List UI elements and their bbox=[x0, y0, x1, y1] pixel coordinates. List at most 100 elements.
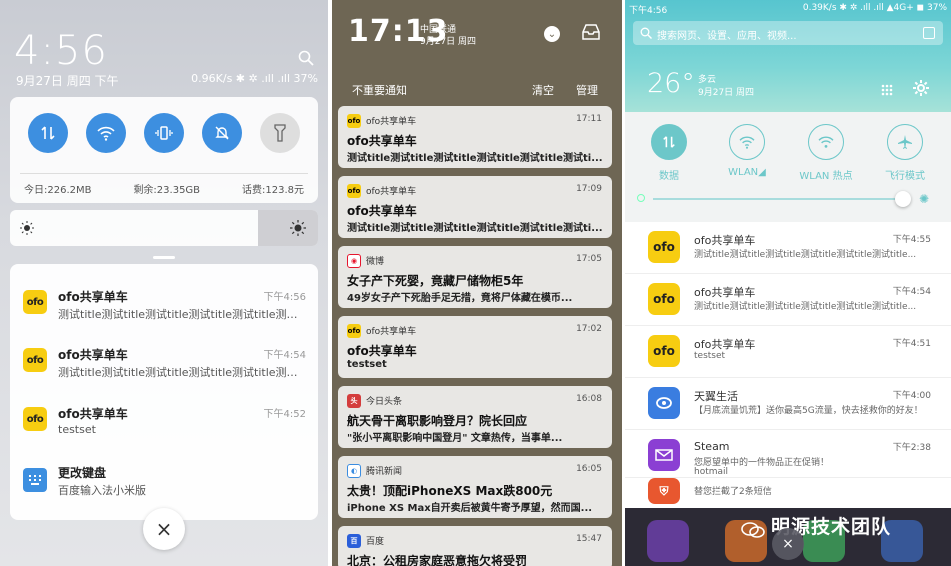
airplane-toggle[interactable] bbox=[887, 124, 923, 160]
notification-body: testset bbox=[694, 351, 726, 361]
flashlight-toggle[interactable] bbox=[260, 113, 300, 153]
notification-title: ofo共享单车 bbox=[694, 286, 756, 299]
notification-body: 测试title测试title测试title测试title测试title测试tit… bbox=[694, 250, 917, 260]
keyboard-icon bbox=[23, 468, 47, 492]
brightness-slider[interactable] bbox=[653, 198, 903, 200]
wifi-icon bbox=[97, 126, 115, 141]
notification-item[interactable]: ofo ofo共享单车 testset 下午4:51 bbox=[625, 326, 951, 378]
clear-button[interactable]: 清空 bbox=[532, 82, 554, 98]
drag-handle[interactable] bbox=[153, 256, 175, 259]
hotspot-icon bbox=[818, 136, 834, 148]
brightness-slider[interactable] bbox=[10, 210, 318, 246]
miui-notification-shade-light: 4:56 9月27日 周四 下午 0.96K/s ✱ ✲ .ıll .ıll 3… bbox=[0, 0, 328, 566]
notification-body: 测试title测试title测试title测试title测试title测试tit… bbox=[694, 302, 917, 312]
date-label: 9月27日 周四 下午 bbox=[16, 74, 119, 88]
quick-toggles: 数据 WLAN◢ WLAN 热点 飞行模式 ✺ bbox=[625, 112, 951, 222]
data-toggle[interactable] bbox=[28, 113, 68, 153]
ofo-icon: ofo bbox=[347, 324, 361, 338]
notification-body: 测试title测试title测试title测试title测试title测试tit… bbox=[58, 366, 308, 379]
screenshot-collage: 4:56 9月27日 周四 下午 0.96K/s ✱ ✲ .ıll .ıll 3… bbox=[0, 0, 951, 566]
notification-item[interactable]: ofo ofo共享单车 testset 下午4:52 bbox=[10, 381, 318, 439]
toggle-label: 飞行模式 bbox=[885, 171, 925, 182]
notification-time: 17:02 bbox=[576, 324, 602, 334]
wifi-toggle[interactable] bbox=[86, 113, 126, 153]
quick-settings-panel: 今日:226.2MB 剩余:23.35GB 话费:123.8元 bbox=[10, 97, 318, 203]
data-usage-row: 今日:226.2MB 剩余:23.35GB 话费:123.8元 bbox=[24, 181, 304, 196]
search-icon[interactable] bbox=[298, 50, 314, 66]
notification-title: 天翼生活 bbox=[694, 390, 738, 403]
mute-toggle[interactable] bbox=[202, 113, 242, 153]
notification-item[interactable]: Steam 您愿望单中的一件物品正在促销！ hotmail 下午2:38 bbox=[625, 430, 951, 478]
ofo-icon: ofo bbox=[648, 283, 680, 315]
clock: 4:56 bbox=[14, 28, 108, 74]
notification-item[interactable]: ⛨ 替您拦截了2条短信 bbox=[625, 478, 951, 508]
notification-title: ofo共享单车 bbox=[347, 344, 417, 358]
app-icon bbox=[647, 520, 689, 562]
notification-item[interactable]: ofo ofo共享单车 测试title测试title测试title测试title… bbox=[625, 222, 951, 274]
search-bar[interactable]: 搜索网页、设置、应用、视频... bbox=[633, 21, 943, 45]
notification-card[interactable]: ofo ofo共享单车 17:02 ofo共享单车 testset bbox=[338, 316, 612, 378]
notification-time: 下午4:00 bbox=[892, 391, 931, 401]
wechat-icon bbox=[741, 522, 765, 538]
notification-card[interactable]: 头 今日头条 16:08 航天骨干离职影响登月？院长回应 "张小平离职影响中国登… bbox=[338, 386, 612, 448]
notification-item[interactable]: ofo ofo共享单车 测试title测试title测试title测试title… bbox=[10, 322, 318, 380]
brightness-low-icon bbox=[20, 221, 34, 235]
notification-title: 航天骨干离职影响登月？院长回应 bbox=[347, 414, 528, 428]
grid-icon[interactable] bbox=[881, 84, 893, 96]
weather-header: 下午4:56 0.39K/s ✱ ✲ .ıll .ıll ▲4G+ ◼ 37% … bbox=[625, 0, 951, 112]
notification-title: 女子产下死婴，竟藏尸储物柜5年 bbox=[347, 274, 524, 288]
hotspot-toggle[interactable] bbox=[808, 124, 844, 160]
date-label: 9月27日 周四 bbox=[420, 37, 477, 47]
brightness-high-icon: ✺ bbox=[919, 192, 930, 206]
divider bbox=[20, 173, 308, 174]
wifi-icon bbox=[739, 136, 755, 149]
notification-card[interactable]: ◉ 微博 17:05 女子产下死婴，竟藏尸储物柜5年 49岁女子产下死胎手足无措… bbox=[338, 246, 612, 308]
manage-button[interactable]: 管理 bbox=[576, 82, 598, 98]
notification-card[interactable]: 百 百度 15:47 北京：公租房家庭恶意拖欠将受罚 bbox=[338, 526, 612, 566]
notification-card[interactable]: ◐ 腾讯新闻 16:05 太贵！顶配iPhoneXS Max跌800元 iPho… bbox=[338, 456, 612, 518]
temperature: 26° bbox=[647, 68, 695, 99]
toggle-label: 数据 bbox=[659, 171, 679, 182]
notification-shade-teal: 下午4:56 0.39K/s ✱ ✲ .ıll .ıll ▲4G+ ◼ 37% … bbox=[625, 0, 951, 566]
notification-time: 17:05 bbox=[576, 254, 602, 264]
notification-time: 16:08 bbox=[576, 394, 602, 404]
close-button[interactable]: × bbox=[772, 528, 804, 560]
vibrate-icon bbox=[155, 126, 173, 140]
scan-icon[interactable] bbox=[923, 27, 935, 39]
flashlight-icon bbox=[274, 124, 286, 142]
notification-card[interactable]: ofo ofo共享单车 17:09 ofo共享单车 测试title测试title… bbox=[338, 176, 612, 238]
notification-time: 下午4:51 bbox=[892, 339, 931, 349]
close-button[interactable]: × bbox=[143, 508, 185, 550]
brightness-slider-knob[interactable] bbox=[895, 191, 911, 207]
notification-body: testset bbox=[58, 423, 96, 436]
notification-item[interactable]: ofo ofo共享单车 测试title测试title测试title测试title… bbox=[625, 274, 951, 326]
status-bar: 下午4:56 0.39K/s ✱ ✲ .ıll .ıll ▲4G+ ◼ 37% bbox=[625, 0, 951, 16]
notification-time: 下午4:56 bbox=[263, 292, 306, 303]
notification-title: 北京：公租房家庭恶意拖欠将受罚 bbox=[347, 554, 528, 566]
ofo-icon: ofo bbox=[648, 335, 680, 367]
vibrate-toggle[interactable] bbox=[144, 113, 184, 153]
expand-chevron-icon[interactable]: ⌄ bbox=[544, 26, 560, 42]
notification-time: 17:11 bbox=[576, 114, 602, 124]
usage-remaining: 剩余:23.35GB bbox=[133, 185, 201, 196]
data-toggle[interactable] bbox=[651, 124, 687, 160]
notification-time: 17:09 bbox=[576, 184, 602, 194]
notification-item[interactable]: 更改键盘 百度输入法小米版 bbox=[10, 440, 318, 498]
notification-card[interactable]: ofo ofo共享单车 17:11 ofo共享单车 测试title测试title… bbox=[338, 106, 612, 168]
wifi-toggle[interactable] bbox=[729, 124, 765, 160]
notification-item[interactable]: 天翼生活 【月底流量饥荒】送你最高5G流量，快去拯救你的好友！ 下午4:00 bbox=[625, 378, 951, 430]
notification-body: 替您拦截了2条短信 bbox=[694, 487, 772, 497]
notification-time: 15:47 bbox=[576, 534, 602, 544]
status-indicators: 0.39K/s ✱ ✲ .ıll .ıll ▲4G+ ◼ 37% bbox=[802, 3, 947, 13]
notification-item[interactable]: ofo ofo共享单车 测试title测试title测试title测试title… bbox=[10, 264, 318, 322]
notification-body: 百度输入法小米版 bbox=[58, 484, 146, 497]
app-name: ofo共享单车 bbox=[366, 117, 417, 127]
notification-body: "张小平离职影响中国登月" 文章热传，当事单... bbox=[347, 433, 563, 444]
gear-icon[interactable] bbox=[913, 80, 929, 96]
ofo-icon: ofo bbox=[23, 348, 47, 372]
usage-today: 今日:226.2MB bbox=[24, 185, 92, 196]
toutiao-icon: 头 bbox=[347, 394, 361, 408]
date-label: 9月27日 周四 bbox=[698, 88, 755, 98]
ofo-icon: ofo bbox=[23, 290, 47, 314]
inbox-icon[interactable] bbox=[582, 24, 600, 40]
